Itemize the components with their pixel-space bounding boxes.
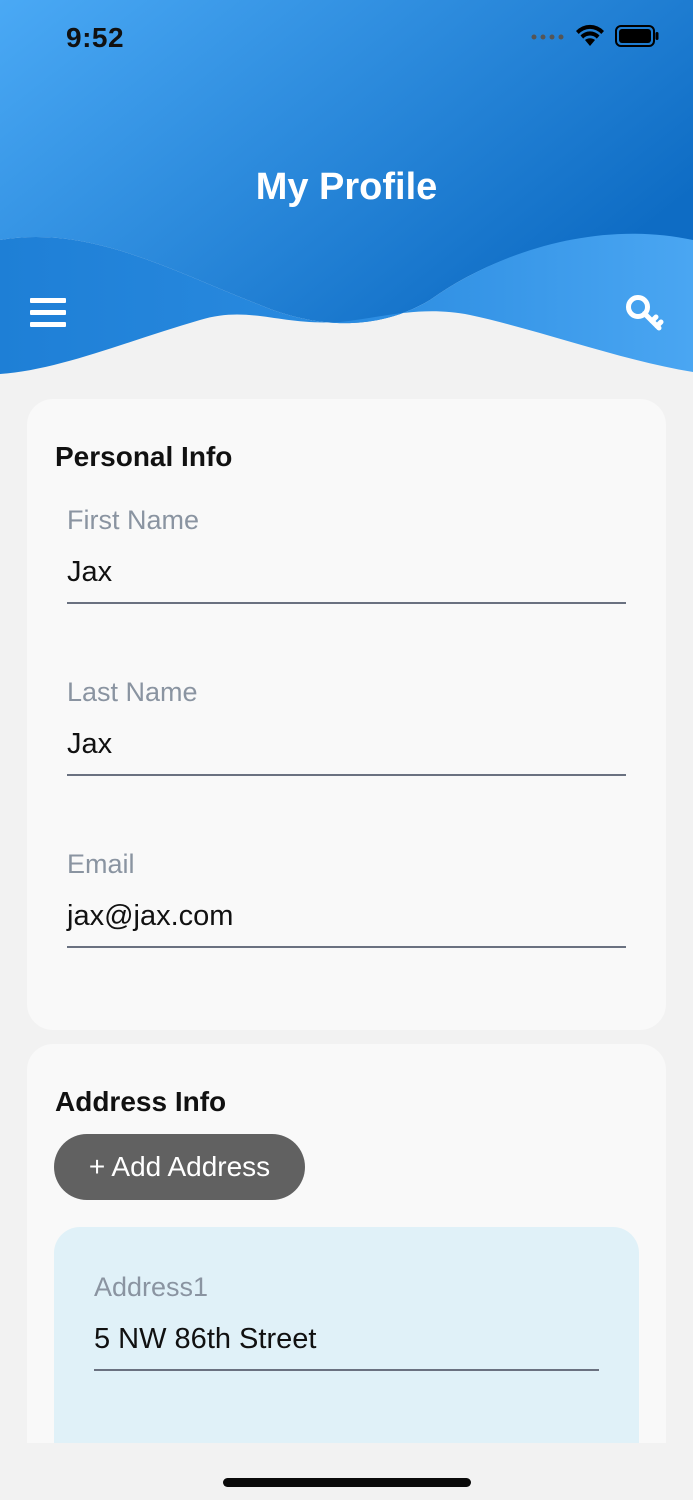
personal-info-title: Personal Info	[55, 441, 233, 472]
signal-dots-icon	[531, 34, 564, 40]
address-info-title: Address Info	[55, 1086, 227, 1117]
key-icon	[626, 295, 664, 331]
email-field: Email jax@jax.com	[67, 846, 626, 948]
address1-input[interactable]: 5 NW 86th Street	[94, 1319, 599, 1371]
last-name-input[interactable]: Jax	[67, 724, 626, 776]
first-name-input[interactable]: Jax	[67, 552, 626, 604]
menu-button[interactable]	[30, 298, 66, 330]
home-indicator[interactable]	[223, 1478, 471, 1487]
hamburger-menu-icon	[30, 298, 66, 327]
profile-screen: 9:52 My Profile Personal Info First Name…	[0, 0, 693, 1500]
wifi-icon	[576, 24, 604, 46]
add-address-button[interactable]: + Add Address	[54, 1134, 305, 1200]
address1-label: Address1	[94, 1272, 209, 1302]
status-time: 9:52	[66, 22, 125, 53]
first-name-label: First Name	[67, 505, 200, 535]
address-item: Address1 5 NW 86th Street	[54, 1227, 639, 1464]
change-password-button[interactable]	[625, 294, 665, 336]
personal-info-card: Personal Info First Name Jax Last Name J…	[27, 399, 666, 1030]
page-title: My Profile	[255, 166, 438, 208]
address1-field: Address1 5 NW 86th Street	[94, 1269, 599, 1371]
bottom-safe-area	[0, 1443, 693, 1500]
last-name-label: Last Name	[67, 677, 198, 707]
header: 9:52 My Profile	[0, 0, 693, 380]
status-icons	[531, 24, 659, 48]
first-name-field: First Name Jax	[67, 502, 626, 604]
battery-icon	[615, 25, 659, 47]
address-info-card: Address Info + Add Address Address1 5 NW…	[27, 1044, 666, 1464]
email-label: Email	[67, 849, 135, 879]
last-name-field: Last Name Jax	[67, 674, 626, 776]
email-input[interactable]: jax@jax.com	[67, 896, 626, 948]
